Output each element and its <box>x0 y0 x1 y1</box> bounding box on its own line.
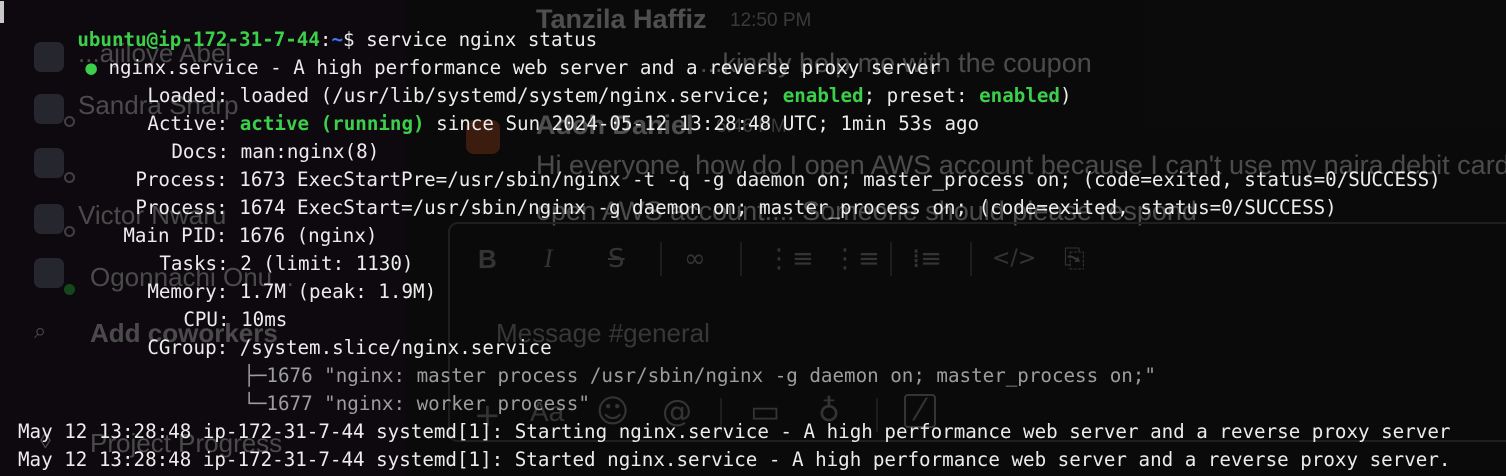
process-line: Process: 1673 ExecStartPre=/usr/sbin/ngi… <box>66 138 1440 191</box>
cpu-line: CPU: 10ms <box>114 278 287 331</box>
log-line: May 12 13:28:48 ip-172-31-7-44 systemd[1… <box>18 448 1451 471</box>
terminal-window[interactable]: ubuntu@ip-172-31-7-44:~$ service nginx s… <box>0 0 1506 476</box>
loaded-line: Loaded: loaded (/usr/lib/systemd/system/… <box>78 54 1071 107</box>
memory-line: Memory: 1.7M (peak: 1.9M) <box>78 250 436 303</box>
loaded-close: ) <box>1059 84 1072 107</box>
field-value: 1674 ExecStart=/usr/sbin/nginx -g daemon… <box>239 196 1337 219</box>
main-pid-line: Main PID: 1676 (nginx) <box>54 194 377 247</box>
active-since: since Sun 2024-05-12 13:28:48 UTC; 1min … <box>436 112 980 135</box>
tasks-line: Tasks: 2 (limit: 1130) <box>90 222 413 275</box>
service-header: ● nginx.service - A high performance web… <box>16 26 940 79</box>
cgroup-line: CGroup: /system.slice/nginx.service <box>78 306 551 359</box>
tree-branch: └─ <box>243 392 267 415</box>
log-line: May 12 13:28:48 ip-172-31-7-44 systemd[1… <box>18 420 1451 443</box>
screen: ...ajiloye Abel Sandra Sharp Victor Nwar… <box>0 0 1506 476</box>
active-line: Active: active (running) since Sun 2024-… <box>78 82 979 135</box>
cursor-marker <box>0 1 4 23</box>
cgroup-tree-item: ├─1676 "nginx: master process /usr/sbin/… <box>174 334 1156 387</box>
process-line: Process: 1674 ExecStart=/usr/sbin/nginx … <box>66 166 1336 219</box>
tree-text: 1677 "nginx: worker process" <box>266 392 590 415</box>
cgroup-tree-item: └─1677 "nginx: worker process" <box>174 362 590 415</box>
docs-line: Docs: man:nginx(8) <box>102 110 379 163</box>
preset-state: enabled <box>979 84 1060 107</box>
prompt-line: ubuntu@ip-172-31-7-44:~$ service nginx s… <box>0 0 597 51</box>
